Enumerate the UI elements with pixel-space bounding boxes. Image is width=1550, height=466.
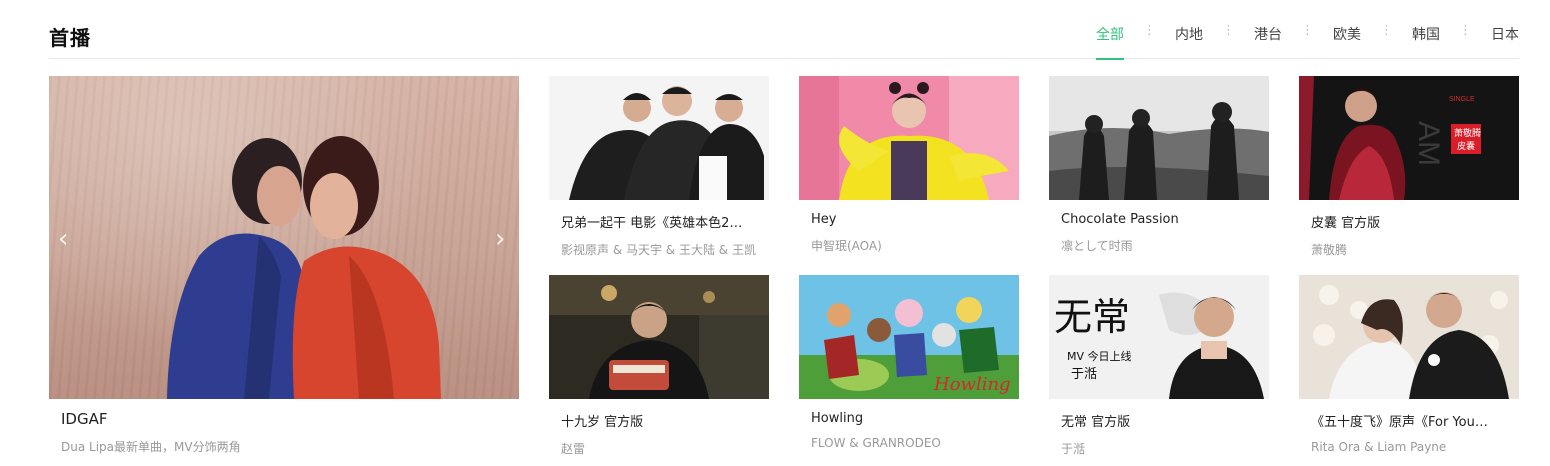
wuchang-title: 无常 [1054,295,1130,339]
mv-thumbnail: Howling [799,275,1019,399]
mv-artist[interactable]: 于湉 [1061,440,1261,457]
tab-western[interactable]: 欧美 [1333,24,1361,59]
howling-logo: Howling [933,374,1011,395]
mv-artist[interactable]: 赵雷 [561,440,761,457]
mv-artist[interactable]: 凛として时雨 [1061,237,1261,254]
mv-thumbnail [549,76,769,200]
mv-title[interactable]: 兄弟一起干 电影《英雄本色2… [561,212,761,231]
mv-artist[interactable]: Rita Ora & Liam Payne [1311,440,1511,454]
mv-card[interactable]: Hey 申智珉(AOA) [799,76,1019,254]
single-label: SINGLE [1449,96,1475,103]
mv-release-text: MV 今日上线 [1067,349,1132,363]
tab-korea[interactable]: 韩国 [1412,24,1440,59]
carousel-prev-icon[interactable]: ‹ [58,226,68,252]
mv-card[interactable]: Chocolate Passion 凛として时雨 [1049,76,1269,254]
mv-title[interactable]: Hey [811,212,1011,227]
mv-title[interactable]: 无常 官方版 [1061,411,1261,430]
section-title: 首播 [49,26,91,50]
tab-separator: ⋮ [1459,23,1472,38]
mv-card[interactable]: 无常 MV 今日上线 于湉 无常 官方版 于湉 [1049,275,1269,457]
mv-title[interactable]: 十九岁 官方版 [561,411,761,430]
mv-thumbnail [799,76,1019,200]
svg-text:皮囊: 皮囊 [1457,140,1475,152]
feature-desc: Dua Lipa最新单曲，MV分饰两角 [61,440,241,454]
mv-title[interactable]: 《五十度飞》原声《For You… [1311,411,1511,430]
tab-separator: ⋮ [1301,23,1314,38]
tab-separator: ⋮ [1380,23,1393,38]
tab-separator: ⋮ [1143,23,1156,38]
mv-card[interactable]: 兄弟一起干 电影《英雄本色2… 影视原声 & 马天宇 & 王大陆 & 王凯 [549,76,769,258]
feature-carousel[interactable]: ‹ › [49,76,519,399]
mv-title[interactable]: Chocolate Passion [1061,212,1261,227]
mv-artist[interactable]: 申智珉(AOA) [811,237,1011,254]
mv-thumbnail: 无常 MV 今日上线 于湉 [1049,275,1269,399]
svg-text:萧敬腾: 萧敬腾 [1454,127,1481,139]
mv-card[interactable]: 十九岁 官方版 赵雷 [549,275,769,457]
mv-card[interactable]: AM SINGLE 萧敬腾 皮囊 皮囊 官方版 萧敬腾 [1299,76,1519,258]
mv-thumbnail [1049,76,1269,200]
section-header: 首播 全部 ⋮ 内地 ⋮ 港台 ⋮ 欧美 ⋮ 韩国 ⋮ 日本 [49,0,1519,60]
mv-card[interactable]: 《五十度飞》原声《For You… Rita Ora & Liam Payne [1299,275,1519,454]
carousel-next-icon[interactable]: › [495,226,505,252]
mv-artist[interactable]: 影视原声 & 马天宇 & 王大陆 & 王凯 [561,241,761,258]
svg-text:AM: AM [1412,121,1445,166]
singer-name-text: 于湉 [1071,367,1097,382]
mv-title[interactable]: 皮囊 官方版 [1311,212,1511,231]
feature-title[interactable]: IDGAF [61,410,108,428]
feature-illustration [167,136,441,399]
tab-mainland[interactable]: 内地 [1175,24,1203,59]
mv-card[interactable]: Howling Howling FLOW & GRANRODEO [799,275,1019,450]
tab-japan[interactable]: 日本 [1491,24,1519,59]
mv-thumbnail [549,275,769,399]
tab-hk-tw[interactable]: 港台 [1254,24,1282,59]
tab-all[interactable]: 全部 [1096,24,1124,60]
mv-artist[interactable]: FLOW & GRANRODEO [811,436,1011,450]
mv-thumbnail: AM SINGLE 萧敬腾 皮囊 [1299,76,1519,200]
mv-title[interactable]: Howling [811,411,1011,426]
region-tabs: 全部 ⋮ 内地 ⋮ 港台 ⋮ 欧美 ⋮ 韩国 ⋮ 日本 [1096,23,1519,60]
mv-artist[interactable]: 萧敬腾 [1311,241,1511,258]
mv-thumbnail [1299,275,1519,399]
tab-separator: ⋮ [1222,23,1235,38]
